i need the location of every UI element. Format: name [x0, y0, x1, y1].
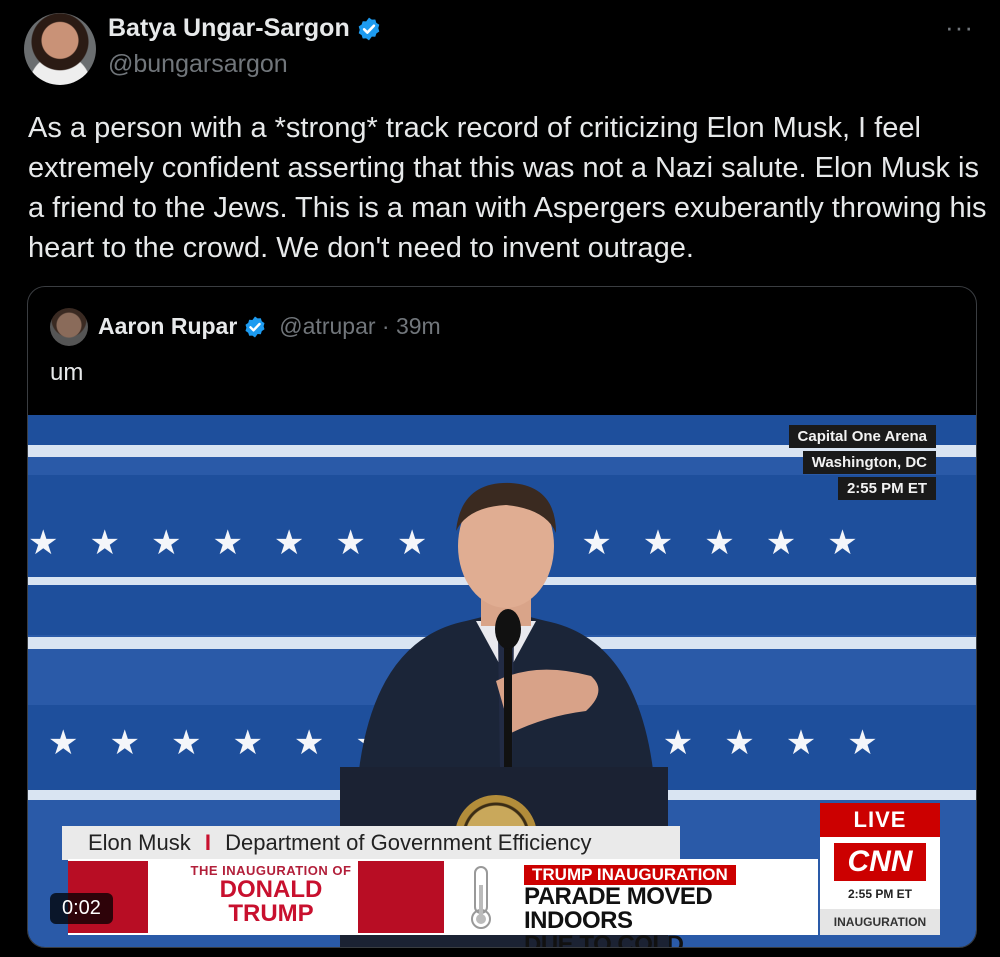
lower-third-name: Elon Musk: [88, 830, 191, 855]
tweet-text: As a person with a *strong* track record…: [28, 112, 987, 264]
verified-badge-icon: [245, 316, 265, 337]
network-label: INAUGURATION: [820, 909, 940, 935]
video-player[interactable]: ★★★★★★★★★★★★★★ ★★★★★★★★★★★★★★ Capital On…: [28, 415, 976, 947]
network-bug: LIVE CNN 2:55 PM ET INAUGURATION: [820, 803, 940, 935]
city-tag: Washington, DC: [802, 451, 936, 474]
location-tag: Capital One Arena: [788, 425, 936, 448]
more-options-icon[interactable]: ···: [945, 12, 974, 43]
cnn-logo: CNN: [834, 843, 926, 881]
thermometer-icon-box: [444, 861, 518, 933]
lower-third-separator: I: [204, 830, 211, 855]
quote-text: um: [50, 359, 84, 386]
lower-third: Elon Musk I Department of Government Eff…: [62, 826, 680, 860]
headline-line1: PARADE MOVED INDOORS: [524, 883, 713, 934]
author-handle[interactable]: @bungarsargon: [108, 50, 288, 79]
verified-badge-icon: [358, 17, 380, 40]
lower-third-title: Department of Government Efficiency: [225, 830, 592, 855]
author-name-row: Batya Ungar-Sargon: [108, 14, 382, 43]
author-avatar[interactable]: [24, 13, 96, 85]
quoted-tweet[interactable]: Aaron Rupar @atrupar · 39m um ★★★★★★★★★★…: [27, 286, 977, 948]
author-name[interactable]: Batya Ungar-Sargon: [108, 14, 350, 43]
quote-author-avatar[interactable]: [50, 308, 88, 346]
headline-tag: TRUMP INAUGURATION: [524, 865, 736, 885]
quote-author-name[interactable]: Aaron Rupar: [98, 313, 237, 340]
quote-author-handle-time[interactable]: @atrupar · 39m: [279, 313, 440, 340]
quote-header: Aaron Rupar @atrupar · 39m: [98, 313, 441, 340]
thermometer-icon: [471, 866, 491, 929]
time-tag: 2:55 PM ET: [837, 477, 936, 500]
network-time: 2:55 PM ET: [847, 887, 913, 901]
headline-line2: DUE TO COLD: [524, 931, 684, 948]
video-duration[interactable]: 0:02: [50, 893, 113, 924]
live-badge: LIVE: [820, 803, 940, 837]
headline-text: PARADE MOVED INDOORS DUE TO COLD: [524, 883, 818, 948]
headline-box: TRUMP INAUGURATION PARADE MOVED INDOORS …: [518, 861, 818, 947]
